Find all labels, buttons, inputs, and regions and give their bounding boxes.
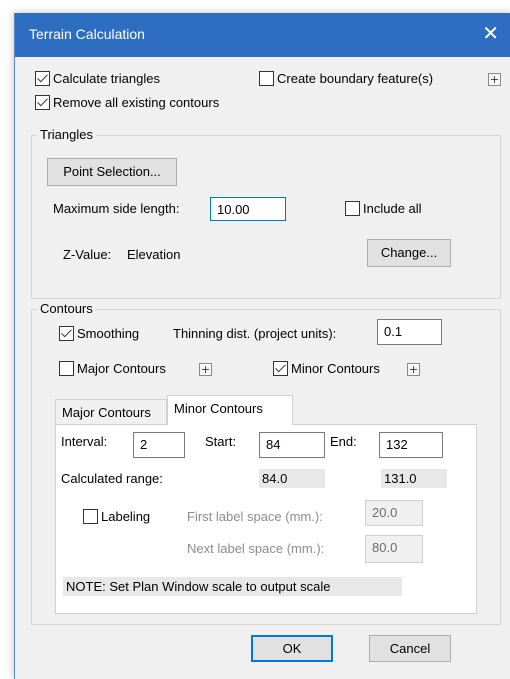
- contours-group-label: Contours: [37, 301, 96, 316]
- zvalue-value: Elevation: [127, 247, 181, 262]
- ok-button[interactable]: OK: [251, 635, 333, 662]
- thinning-distance-input[interactable]: 0.1: [377, 319, 442, 345]
- start-input[interactable]: 84: [259, 432, 325, 458]
- calculated-range-label: Calculated range:: [61, 471, 163, 486]
- tab-major-contours[interactable]: Major Contours: [55, 399, 167, 425]
- include-all-checkbox[interactable]: [345, 201, 360, 216]
- calculated-range-start: 84.0: [259, 469, 325, 488]
- major-contours-label[interactable]: Major Contours: [77, 361, 166, 376]
- major-contours-checkbox[interactable]: [59, 361, 74, 376]
- next-label-space-input[interactable]: 80.0: [365, 535, 423, 563]
- boundary-options-plus-button[interactable]: +: [488, 73, 501, 86]
- zvalue-label: Z-Value:: [63, 247, 112, 262]
- remove-contours-checkbox[interactable]: [35, 95, 50, 110]
- scale-note: NOTE: Set Plan Window scale to output sc…: [63, 577, 402, 596]
- point-selection-button[interactable]: Point Selection...: [47, 158, 177, 186]
- minor-contours-plus-button[interactable]: +: [407, 363, 420, 376]
- calculate-triangles-checkbox[interactable]: [35, 71, 50, 86]
- thinning-distance-label: Thinning dist. (project units):: [173, 326, 337, 341]
- next-label-space-label: Next label space (mm.):: [187, 541, 325, 556]
- smoothing-label[interactable]: Smoothing: [77, 326, 139, 341]
- change-zvalue-button[interactable]: Change...: [367, 239, 451, 267]
- minor-contours-label[interactable]: Minor Contours: [291, 361, 380, 376]
- first-label-space-input[interactable]: 20.0: [365, 500, 423, 526]
- cancel-button[interactable]: Cancel: [369, 635, 451, 662]
- labeling-label[interactable]: Labeling: [101, 509, 150, 524]
- calculated-range-end: 131.0: [381, 469, 447, 488]
- start-label: Start:: [205, 434, 237, 449]
- first-label-space-label: First label space (mm.):: [187, 509, 323, 524]
- title-bar: Terrain Calculation ✕: [15, 13, 510, 57]
- major-contours-plus-button[interactable]: +: [199, 363, 212, 376]
- calculate-triangles-label[interactable]: Calculate triangles: [53, 71, 160, 86]
- smoothing-checkbox[interactable]: [59, 326, 74, 341]
- triangles-group-label: Triangles: [37, 127, 96, 142]
- dialog-title: Terrain Calculation: [29, 26, 145, 42]
- end-input[interactable]: 132: [379, 432, 443, 458]
- max-side-length-label: Maximum side length:: [53, 201, 180, 216]
- labeling-checkbox[interactable]: [83, 509, 98, 524]
- interval-input[interactable]: 2: [133, 432, 185, 458]
- interval-label: Interval:: [61, 434, 108, 449]
- end-label: End:: [330, 434, 357, 449]
- minor-contours-checkbox[interactable]: [273, 361, 288, 376]
- close-icon[interactable]: ✕: [482, 21, 499, 45]
- create-boundary-label[interactable]: Create boundary feature(s): [277, 71, 433, 86]
- include-all-label[interactable]: Include all: [363, 201, 422, 216]
- max-side-length-input[interactable]: 10.00: [210, 197, 286, 221]
- terrain-calculation-dialog: Terrain Calculation ✕ Calculate triangle…: [14, 13, 510, 679]
- remove-contours-label[interactable]: Remove all existing contours: [53, 95, 219, 110]
- create-boundary-checkbox[interactable]: [259, 71, 274, 86]
- tab-minor-contours[interactable]: Minor Contours: [167, 395, 293, 425]
